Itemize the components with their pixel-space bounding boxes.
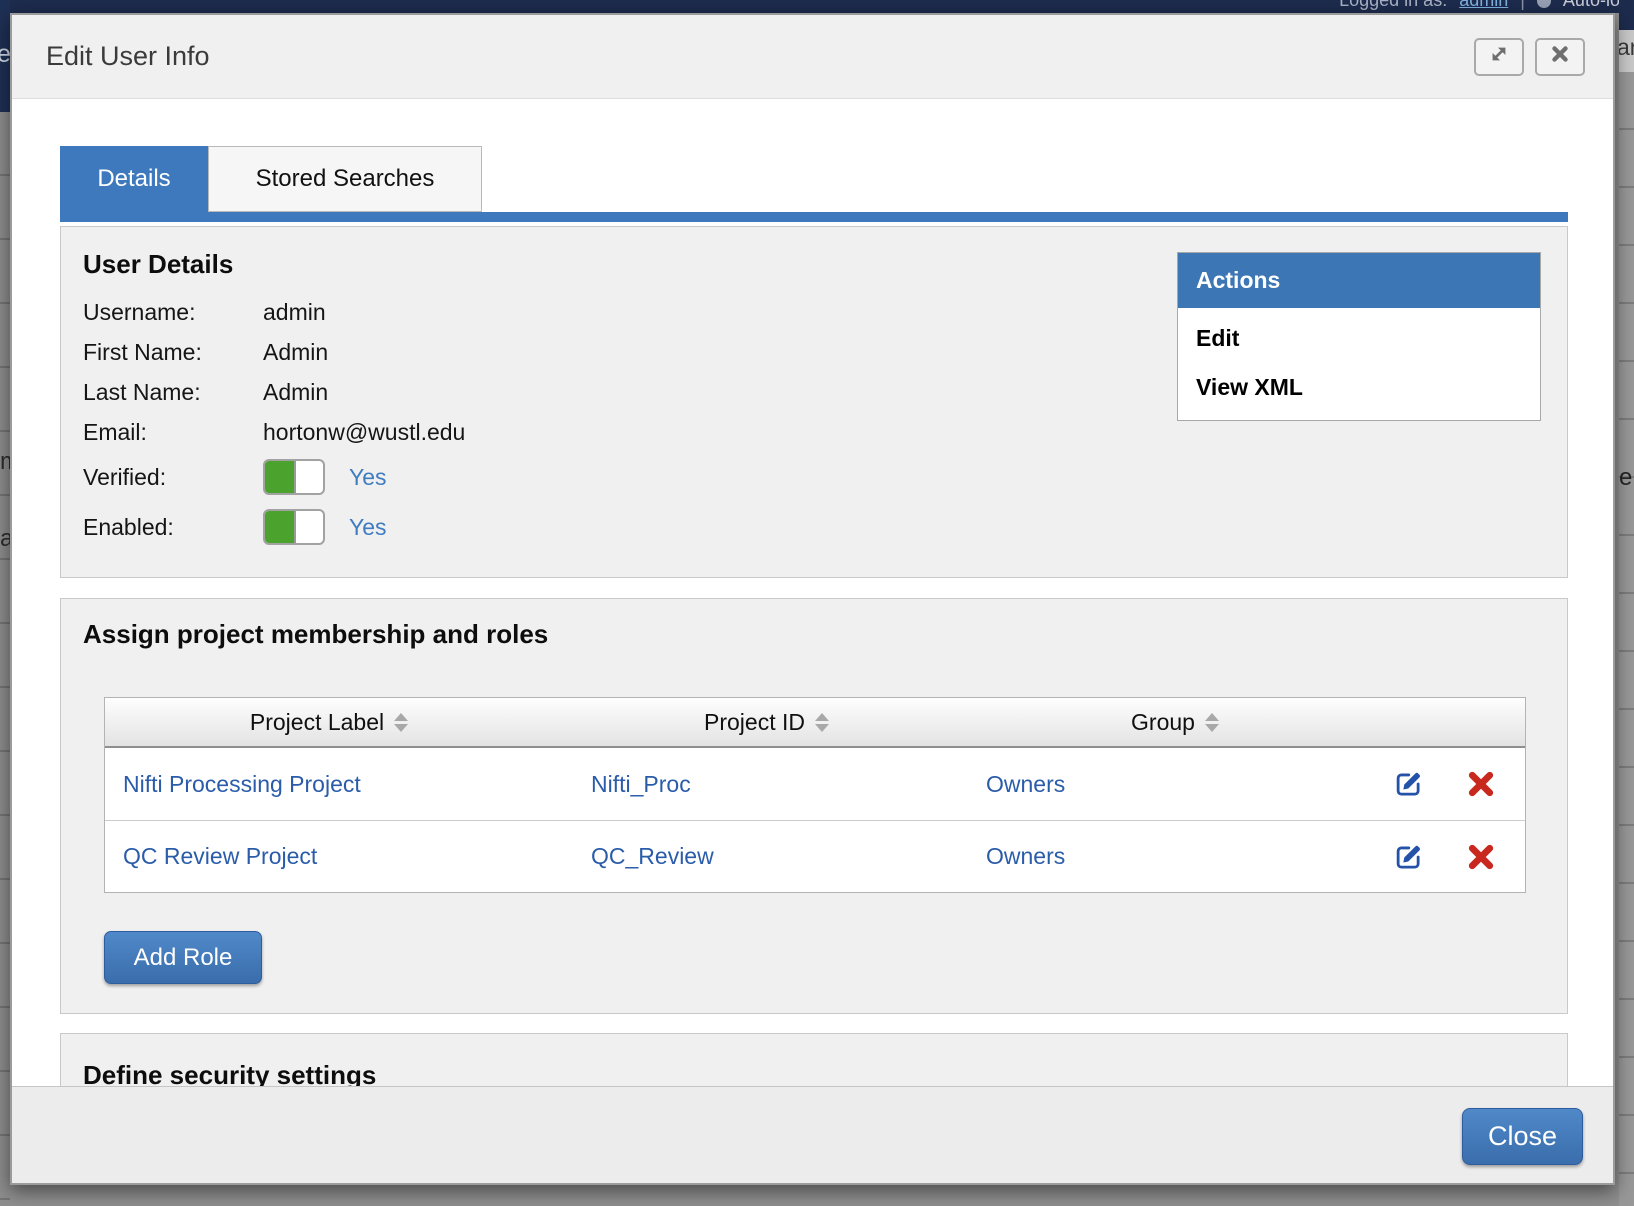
action-view-xml[interactable]: View XML	[1178, 363, 1540, 412]
enabled-state-link[interactable]: Yes	[349, 514, 387, 541]
add-role-button[interactable]: Add Role	[104, 931, 262, 984]
expand-icon	[1487, 42, 1511, 71]
table-header-row: Project Label Project ID Group	[105, 698, 1525, 748]
edit-pencil-icon	[1392, 841, 1424, 873]
field-label: Username:	[83, 299, 263, 326]
field-row-verified: Verified: Yes	[83, 452, 1545, 502]
dialog-body: Details Stored Searches User Details Use…	[60, 100, 1568, 1183]
field-value: Admin	[263, 379, 328, 406]
table-row: Nifti Processing Project Nifti_Proc Owne…	[105, 748, 1525, 820]
actions-panel-body: Edit View XML	[1178, 308, 1540, 420]
auto-logout-icon	[1537, 0, 1551, 8]
logged-in-username-link[interactable]: admin	[1459, 0, 1508, 11]
field-label: Last Name:	[83, 379, 263, 406]
tab-bar: Details Stored Searches	[60, 146, 1568, 212]
project-id-cell: Nifti_Proc	[553, 771, 980, 798]
edit-user-info-dialog: Edit User Info	[10, 13, 1615, 1185]
project-membership-heading: Assign project membership and roles	[83, 619, 1567, 650]
background-header-sliver-right: ar	[1619, 30, 1634, 72]
field-value: hortonw@wustl.edu	[263, 419, 465, 446]
column-header-project-label[interactable]: Project Label	[105, 709, 553, 736]
delete-x-icon	[1466, 842, 1496, 872]
close-icon	[1548, 42, 1572, 71]
delete-x-icon	[1466, 769, 1496, 799]
close-button[interactable]: Close	[1462, 1108, 1583, 1165]
actions-panel-heading: Actions	[1178, 253, 1540, 308]
edit-role-button[interactable]	[1392, 841, 1424, 873]
dialog-header: Edit User Info	[12, 15, 1613, 99]
group-link[interactable]: Owners	[986, 843, 1065, 869]
tab-underline	[60, 212, 1568, 222]
toggle-on-segment	[265, 511, 296, 543]
dialog-footer: Close	[12, 1086, 1613, 1183]
project-id-link[interactable]: QC_Review	[591, 843, 714, 869]
tab-stored-searches[interactable]: Stored Searches	[208, 146, 482, 212]
verified-state-link[interactable]: Yes	[349, 464, 387, 491]
field-value: Admin	[263, 339, 328, 366]
sort-arrows-icon	[394, 713, 408, 732]
group-cell: Owners	[980, 843, 1370, 870]
dialog-header-buttons	[1474, 38, 1585, 76]
background-navbar-sliver-right	[1619, 0, 1634, 30]
sort-arrows-icon	[1205, 713, 1219, 732]
logged-in-label: Logged in as:	[1339, 0, 1447, 11]
background-table-sliver-left	[0, 112, 10, 1206]
row-actions-cell	[1370, 841, 1525, 873]
edit-pencil-icon	[1392, 768, 1424, 800]
sort-arrows-icon	[815, 713, 829, 732]
project-label-cell: QC Review Project	[105, 843, 553, 870]
maximize-button[interactable]	[1474, 38, 1524, 76]
actions-panel: Actions Edit View XML	[1177, 252, 1541, 421]
user-details-panel: User Details Username: admin First Name:…	[60, 226, 1568, 578]
group-cell: Owners	[980, 771, 1370, 798]
delete-role-button[interactable]	[1466, 842, 1496, 872]
dialog-title: Edit User Info	[46, 41, 210, 72]
column-header-text: Group	[1131, 709, 1195, 736]
column-header-text: Project ID	[704, 709, 805, 736]
column-header-group[interactable]: Group	[980, 709, 1370, 736]
logged-in-status: Logged in as: admin | Auto-logou	[1339, 0, 1634, 11]
field-label: Email:	[83, 419, 263, 446]
project-label-link[interactable]: QC Review Project	[123, 843, 317, 869]
group-link[interactable]: Owners	[986, 771, 1065, 797]
background-table-sliver-right	[1619, 72, 1634, 1206]
edit-role-button[interactable]	[1392, 768, 1424, 800]
project-roles-table: Project Label Project ID Group	[104, 697, 1526, 893]
field-row-enabled: Enabled: Yes	[83, 502, 1545, 552]
column-header-text: Project Label	[250, 709, 384, 736]
field-value: admin	[263, 299, 326, 326]
screen: Logged in as: admin | Auto-logou e ar m …	[0, 0, 1634, 1206]
close-dialog-button[interactable]	[1535, 38, 1585, 76]
site-top-bar: Logged in as: admin | Auto-logou	[0, 0, 1634, 13]
table-row: QC Review Project QC_Review Owners	[105, 820, 1525, 892]
field-label: Enabled:	[83, 514, 263, 541]
project-label-link[interactable]: Nifti Processing Project	[123, 771, 361, 797]
background-letter: m	[0, 448, 10, 476]
topbar-separator: |	[1520, 0, 1525, 11]
background-letter: e	[0, 40, 10, 69]
enabled-toggle[interactable]	[263, 509, 325, 545]
background-letter: a	[0, 525, 10, 553]
row-actions-cell	[1370, 768, 1525, 800]
field-label: First Name:	[83, 339, 263, 366]
tab-details[interactable]: Details	[60, 146, 208, 212]
delete-role-button[interactable]	[1466, 769, 1496, 799]
field-label: Verified:	[83, 464, 263, 491]
verified-toggle[interactable]	[263, 459, 325, 495]
background-nav-sliver-left: e	[0, 0, 10, 112]
action-edit[interactable]: Edit	[1178, 314, 1540, 363]
background-letters: ar	[1619, 34, 1634, 61]
project-membership-panel: Assign project membership and roles Proj…	[60, 598, 1568, 1014]
project-id-cell: QC_Review	[553, 843, 980, 870]
project-id-link[interactable]: Nifti_Proc	[591, 771, 691, 797]
column-header-project-id[interactable]: Project ID	[553, 709, 980, 736]
toggle-on-segment	[265, 461, 296, 493]
project-label-cell: Nifti Processing Project	[105, 771, 553, 798]
background-letter: e	[1619, 464, 1634, 494]
